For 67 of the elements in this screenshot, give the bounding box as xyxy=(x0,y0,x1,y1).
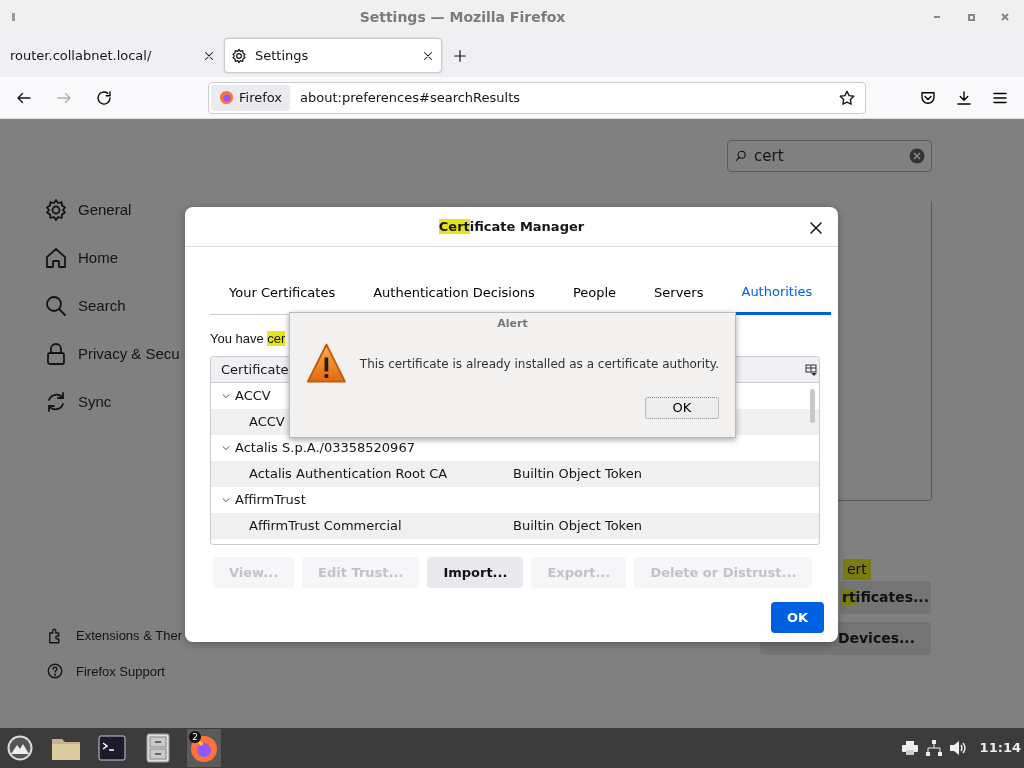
dialog-tab[interactable]: Authentication Decisions xyxy=(354,277,554,315)
sidebar-link[interactable]: Firefox Support xyxy=(46,661,182,681)
group-label: AffirmTrust xyxy=(235,491,306,510)
chevron-down-icon xyxy=(221,443,231,453)
scrollbar[interactable] xyxy=(810,389,815,423)
identity-label: Firefox xyxy=(239,88,283,107)
token-name: Builtin Object Token xyxy=(513,517,642,536)
search-icon xyxy=(734,149,748,163)
sidebar-item[interactable]: Sync xyxy=(44,389,180,415)
tab-title: Settings xyxy=(255,46,310,65)
intro-text: You have cer xyxy=(210,329,286,348)
group-label: ACCV xyxy=(235,387,271,406)
sidebar-link[interactable]: Extensions & Ther xyxy=(46,626,182,646)
column-picker-icon[interactable] xyxy=(805,363,817,376)
highlighted-text: ert xyxy=(843,559,871,580)
sidebar-item[interactable]: Home xyxy=(44,245,180,271)
search-icon xyxy=(44,294,68,318)
group-label: Actalis S.p.A./03358520967 xyxy=(235,439,415,458)
ok-button[interactable]: OK xyxy=(771,602,824,633)
lock-icon xyxy=(44,342,68,366)
chevron-down-icon xyxy=(221,391,231,401)
firefox-logo-icon xyxy=(219,90,234,105)
network-icon[interactable] xyxy=(925,740,942,756)
sidebar-item[interactable]: General xyxy=(44,197,180,223)
dialog-tab[interactable]: People xyxy=(553,277,636,315)
certificate-name: Actalis Authentication Root CA xyxy=(249,465,448,484)
url-text: about:preferences#searchResults xyxy=(300,88,522,107)
certificate-name: AffirmTrust Commercial xyxy=(249,517,402,536)
identity-chip[interactable]: Firefox xyxy=(211,84,291,111)
alert-message: This certificate is already installed as a certificate authority. xyxy=(359,355,719,373)
address-bar[interactable]: Firefox about:preferences#searchResults xyxy=(208,81,866,114)
window-title: Settings — Mozilla Firefox xyxy=(358,7,567,27)
browser-tab[interactable]: Settings xyxy=(224,38,442,73)
printer-icon[interactable] xyxy=(901,741,918,755)
tree-row[interactable]: AffirmTrust Commercial Builtin Object Token xyxy=(211,513,819,539)
column-header[interactable]: Certificate xyxy=(221,359,289,380)
reload-icon xyxy=(95,88,113,107)
star-icon xyxy=(838,88,856,107)
help-icon xyxy=(46,662,64,681)
home-icon xyxy=(44,246,68,270)
plus-icon xyxy=(452,47,468,64)
alert-title: Alert xyxy=(496,316,529,332)
dialog-tab[interactable]: Servers xyxy=(635,277,723,315)
action-button[interactable]: Import... xyxy=(427,557,524,588)
token-name: Builtin Object Token xyxy=(513,465,642,484)
download-icon xyxy=(955,88,973,107)
clear-icon[interactable] xyxy=(909,148,925,164)
ok-button[interactable]: OK xyxy=(645,396,719,419)
certificate-name: ACCV xyxy=(249,413,285,432)
chevron-down-icon xyxy=(221,495,231,505)
firefox-logo-icon xyxy=(189,733,219,763)
dialog-tab[interactable]: Your Certificates xyxy=(210,277,355,315)
terminal-icon xyxy=(98,735,126,761)
maximize-icon[interactable] xyxy=(967,13,975,21)
browser-tab[interactable]: router.collabnet.local/ xyxy=(4,38,222,73)
sidebar-item[interactable]: Search xyxy=(44,293,180,319)
tree-row[interactable]: Actalis Authentication Root CA Builtin Object Token xyxy=(211,461,819,487)
window-count-badge: 2 xyxy=(189,731,201,743)
file-cabinet-icon xyxy=(146,733,170,763)
volume-icon[interactable] xyxy=(949,741,968,755)
taskbar-app[interactable]: 2 xyxy=(187,729,221,767)
tab-title: router.collabnet.local/ xyxy=(10,46,153,65)
gear-icon xyxy=(44,198,68,222)
sidebar-item[interactable]: Privacy & Secu xyxy=(44,341,180,367)
mountain-icon xyxy=(6,734,34,762)
clock: 11:14 xyxy=(979,739,1021,758)
search-field[interactable]: cert xyxy=(727,140,932,172)
